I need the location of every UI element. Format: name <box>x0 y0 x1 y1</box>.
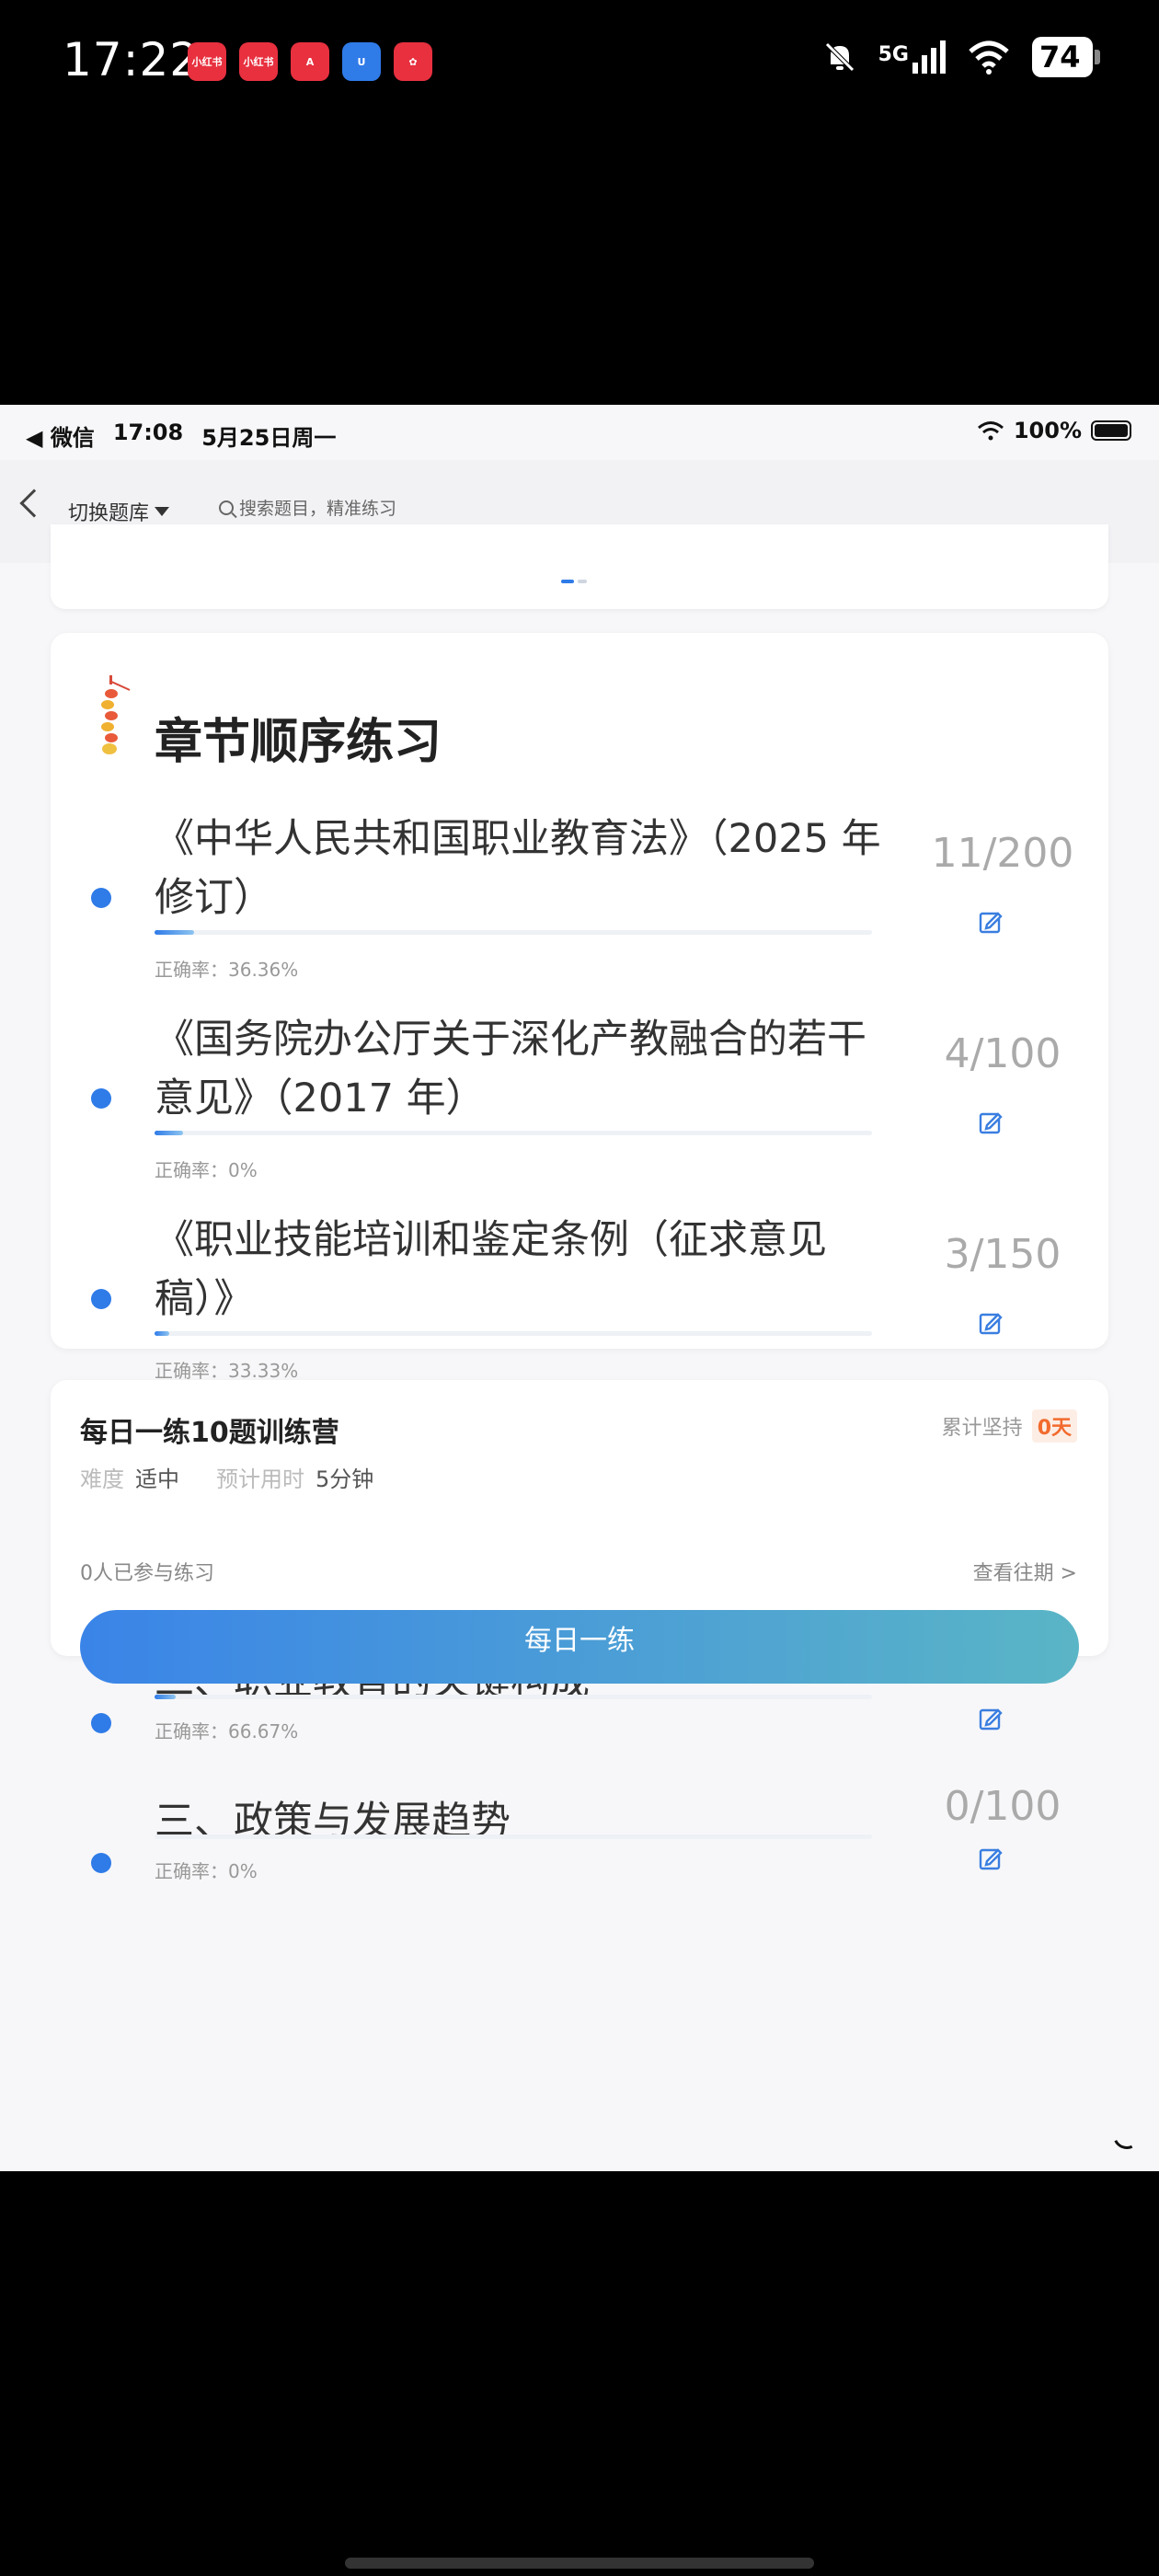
progress-bar <box>155 1695 872 1699</box>
chapter-name: 三、政策与发展趋势 <box>155 1799 511 1845</box>
daily-practice-button[interactable]: 每日一练 <box>80 1610 1079 1684</box>
wifi-icon <box>969 40 1009 75</box>
firecracker-icon <box>101 675 131 754</box>
streak-label: 累计坚持 <box>941 1417 1023 1440</box>
bottom-strip <box>0 2131 1159 2171</box>
difficulty-value: 适中 <box>135 1466 179 1492</box>
camp-meta: 难度 适中 预计用时 5分钟 <box>80 1461 373 1493</box>
device-status-bar: 17:22 小红书 小红书 A U ✿ 5G 74 <box>0 0 1159 129</box>
bullet-dot <box>91 1713 111 1733</box>
edit-icon[interactable] <box>978 1110 1004 1135</box>
chapter-title: 章节顺序练习 <box>155 715 442 770</box>
notif-app-icon: U <box>342 42 381 81</box>
progress-bar <box>155 1131 872 1135</box>
progress-count: 4/100 <box>944 1030 1061 1077</box>
streak-info: 累计坚持 0天 <box>942 1409 1077 1443</box>
joined-count: 0人已参与练习 <box>80 1562 214 1585</box>
wifi-icon <box>977 421 1004 441</box>
edit-icon[interactable] <box>978 1706 1004 1731</box>
switch-question-bank[interactable]: 切换题库 <box>68 497 170 526</box>
mute-bell-icon <box>824 42 855 72</box>
notif-app-icon: A <box>291 42 329 81</box>
edit-icon[interactable] <box>978 1310 1004 1336</box>
accuracy-text: 正确率：33.33% <box>155 1360 299 1382</box>
progress-bar <box>155 1834 872 1839</box>
inner-battery-pct: 100% <box>1013 418 1082 443</box>
chapter-name: 《国务院办公厅关于深化产教融合的若干意见》（2017 年） <box>155 1017 866 1121</box>
progress-count: 11/200 <box>931 830 1074 877</box>
progress-count: 3/150 <box>944 1231 1061 1278</box>
back-to-wechat[interactable]: ◀ 微信 <box>26 420 95 452</box>
progress-fill <box>155 1131 184 1135</box>
progress-bar <box>155 1331 872 1336</box>
bullet-dot <box>91 888 111 908</box>
inner-status-bar: ◀ 微信 17:08 5月25日周一 100% <box>0 405 1159 460</box>
home-indicator[interactable] <box>345 2558 814 2569</box>
time-info: 预计用时 5分钟 <box>216 1461 373 1493</box>
accuracy-text: 正确率：36.36% <box>155 959 299 981</box>
search-icon <box>219 500 234 515</box>
edit-icon[interactable] <box>978 909 1004 935</box>
time-value: 5分钟 <box>316 1466 374 1492</box>
progress-fill <box>155 1695 177 1699</box>
device-time: 17:22 <box>63 33 201 86</box>
network-type: 5G <box>878 43 909 66</box>
time-label: 预计用时 <box>216 1466 304 1492</box>
accuracy-text: 正确率：0% <box>155 1860 258 1882</box>
bullet-dot <box>91 1088 111 1109</box>
search-bar[interactable]: 搜索题目，精准练习 <box>219 495 396 520</box>
battery-icon <box>1091 420 1131 441</box>
chapter-practice-card: 章节顺序练习 《中华人民共和国职业教育法》（2025 年修订） 正确率：36.3… <box>51 633 1108 1882</box>
banner-card <box>51 524 1108 609</box>
edit-icon[interactable] <box>978 1846 1004 1871</box>
search-placeholder: 搜索题目，精准练习 <box>239 499 397 519</box>
notif-app-icon: 小红书 <box>188 42 226 81</box>
notif-app-icon: 小红书 <box>239 42 278 81</box>
progress-fill <box>155 1331 169 1336</box>
chapter-name: 《职业技能培训和鉴定条例（征求意见稿）》 <box>155 1217 827 1322</box>
difficulty-label: 难度 <box>80 1466 124 1492</box>
notification-icons: 小红书 小红书 A U ✿ <box>188 42 432 81</box>
progress-fill <box>155 930 194 935</box>
battery-icon: 74 <box>1032 37 1100 77</box>
back-chevron-icon[interactable] <box>19 489 49 518</box>
inner-time: 17:08 <box>112 420 184 445</box>
notif-app-icon: ✿ <box>394 42 432 81</box>
inner-date: 5月25日周一 <box>201 425 337 451</box>
camp-title: 每日一练10题训练营 <box>80 1417 339 1449</box>
accuracy-text: 正确率：66.67% <box>155 1720 299 1742</box>
bullet-dot <box>91 1853 111 1873</box>
chapter-name: 《中华人民共和国职业教育法》（2025 年修订） <box>155 816 881 921</box>
carousel-indicator <box>561 580 587 583</box>
switch-label: 切换题库 <box>68 502 150 525</box>
carousel-dot <box>578 580 587 583</box>
cell-signal-icon: 5G <box>878 40 946 74</box>
accuracy-text: 正确率：0% <box>155 1159 258 1181</box>
progress-count: 0/100 <box>944 1783 1061 1830</box>
progress-bar <box>155 930 872 935</box>
view-history-link[interactable]: 查看往期 > <box>973 1557 1077 1586</box>
embedded-screenshot: ◀ 微信 17:08 5月25日周一 100% 切换题库 搜索题目，精准练习 章… <box>0 405 1159 2171</box>
streak-badge: 0天 <box>1031 1409 1077 1443</box>
bullet-dot <box>91 1289 111 1309</box>
device-status-right: 5G 74 <box>821 37 1100 77</box>
carousel-dot-active <box>561 580 574 583</box>
caret-down-icon <box>155 507 170 516</box>
difficulty-info: 难度 适中 <box>80 1461 179 1493</box>
daily-camp-card: 每日一练10题训练营 累计坚持 0天 难度 适中 预计用时 5分钟 0人已参与练习 … <box>51 1380 1108 1684</box>
